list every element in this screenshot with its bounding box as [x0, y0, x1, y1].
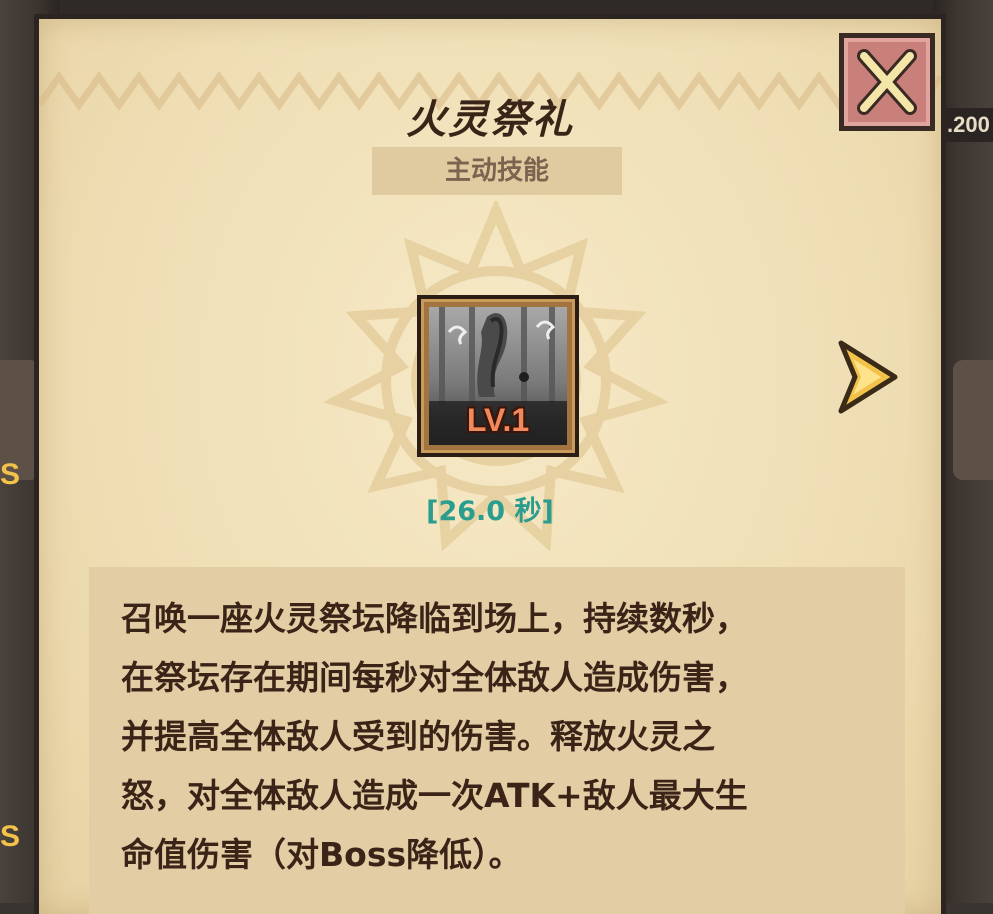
background-right-slot	[953, 360, 993, 480]
skill-type-label: 主动技能	[444, 156, 549, 186]
background-left-label: S	[0, 458, 21, 491]
skill-type-band: 主动技能	[372, 147, 622, 195]
skill-level-label: LV.1	[466, 402, 530, 438]
skill-title: 火灵祭礼	[406, 96, 574, 143]
skill-cooldown: [26.0 秒]	[426, 496, 554, 527]
background-left-label: S	[0, 820, 21, 853]
background-right-badge: .200	[943, 108, 993, 142]
fire-spirit-altar-icon: LV.1	[429, 307, 567, 445]
skill-detail-panel: 火灵祭礼 主动技能 LV.1 [26.0 秒] 召唤一座火灵祭坛降临到场上，持续…	[34, 14, 946, 914]
close-icon	[857, 49, 917, 115]
skill-icon-frame: LV.1	[417, 295, 579, 457]
skill-description-box: 召唤一座火灵祭坛降临到场上，持续数秒， 在祭坛存在期间每秒对全体敌人造成伤害， …	[89, 567, 905, 914]
close-button[interactable]	[839, 33, 935, 131]
skill-description: 召唤一座火灵祭坛降临到场上，持续数秒， 在祭坛存在期间每秒对全体敌人造成伤害， …	[121, 599, 748, 874]
chevron-right-icon[interactable]	[837, 337, 903, 417]
